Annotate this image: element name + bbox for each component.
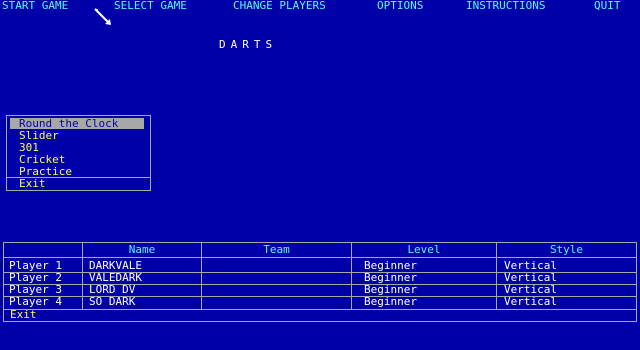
player-table: Name Team Level Style Player 1 DARKVALE … (3, 242, 637, 322)
menu-instructions[interactable]: INSTRUCTIONS (466, 0, 545, 12)
header-divider (4, 257, 636, 258)
table-divider (4, 309, 636, 310)
game-option-practice[interactable]: Practice (10, 166, 72, 177)
game-option-301[interactable]: 301 (10, 142, 39, 153)
player-level[interactable]: Beginner (364, 296, 417, 308)
column-header-name: Name (128, 243, 156, 256)
menu-start-game[interactable]: START GAME (2, 0, 68, 12)
menu-quit[interactable]: QUIT (594, 0, 621, 12)
column-header-style: Style (549, 243, 584, 256)
menu-select-game[interactable]: SELECT GAME (114, 0, 187, 12)
menu-change-players[interactable]: CHANGE PLAYERS (233, 0, 326, 12)
game-option-cricket[interactable]: Cricket (10, 154, 65, 165)
game-select-menu: Round the Clock Slider 301 Cricket Pract… (6, 115, 151, 191)
game-menu-exit[interactable]: Exit (10, 178, 46, 189)
column-header-level: Level (407, 243, 441, 256)
menu-options[interactable]: OPTIONS (377, 0, 423, 12)
player-table-exit[interactable]: Exit (10, 309, 37, 321)
page-title: DARTS (219, 38, 278, 51)
game-option-slider[interactable]: Slider (10, 130, 59, 141)
game-option-round-the-clock[interactable]: Round the Clock (10, 118, 144, 129)
table-row[interactable]: Player 4 SO DARK Beginner Vertical (4, 296, 636, 308)
column-header-team: Team (263, 243, 290, 256)
player-name[interactable]: SO DARK (89, 296, 135, 308)
dart-cursor-icon (94, 8, 111, 25)
player-label: Player 4 (9, 295, 62, 308)
player-style[interactable]: Vertical (504, 296, 557, 308)
